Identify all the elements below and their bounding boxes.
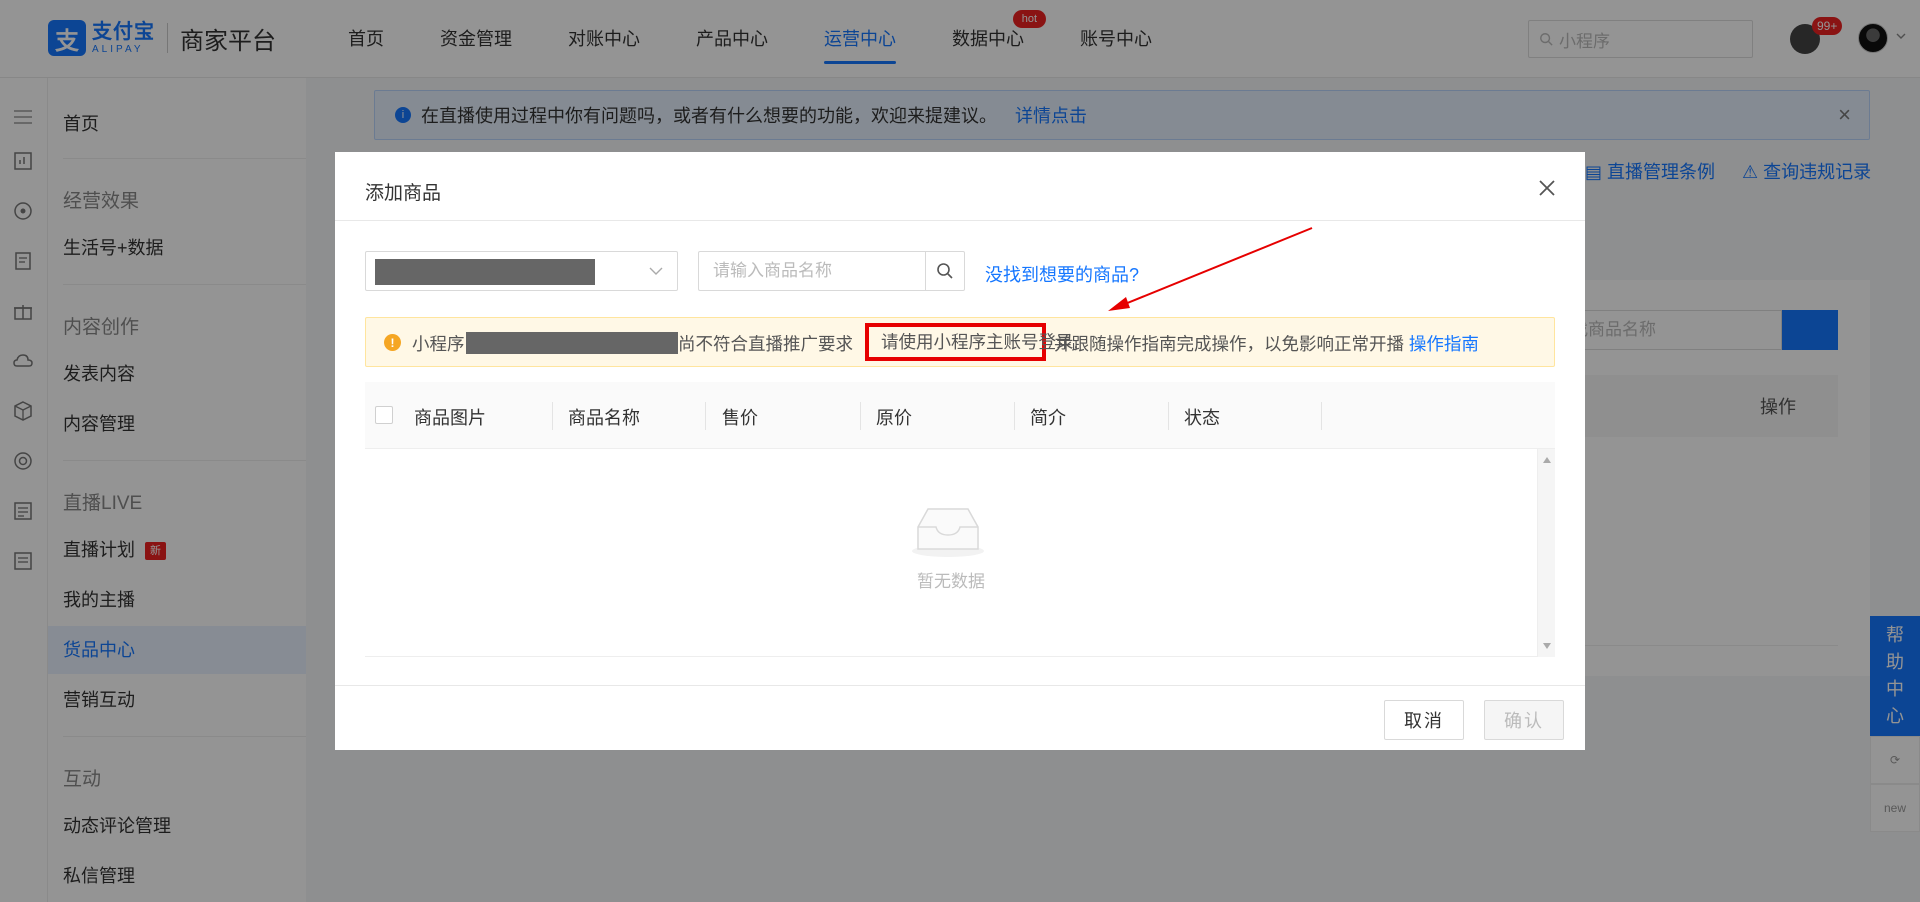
scroll-up-icon[interactable] bbox=[1543, 457, 1551, 463]
column-separator bbox=[705, 402, 706, 430]
column-name: 商品名称 bbox=[568, 408, 640, 428]
confirm-button[interactable]: 确认 bbox=[1484, 700, 1564, 740]
goods-search-button[interactable] bbox=[925, 251, 965, 291]
redacted-value bbox=[375, 259, 595, 285]
column-original-price: 原价 bbox=[876, 408, 912, 428]
cancel-button[interactable]: 取消 bbox=[1384, 700, 1464, 740]
scrollbar[interactable] bbox=[1537, 449, 1555, 657]
redacted-name bbox=[466, 332, 678, 354]
column-price: 售价 bbox=[722, 408, 758, 428]
column-separator bbox=[1168, 402, 1169, 430]
column-separator bbox=[1014, 402, 1015, 430]
scroll-down-icon[interactable] bbox=[1543, 643, 1551, 649]
empty-text: 暂无数据 bbox=[917, 572, 985, 591]
goods-table-body: 暂无数据 bbox=[365, 449, 1555, 657]
modal-title: 添加商品 bbox=[365, 183, 442, 204]
add-goods-modal: 添加商品 请输入商品名称 没找到想要的商品? ! 小程序 尚不符合直播推广要求 … bbox=[335, 152, 1585, 750]
warning-prefix: 小程序 bbox=[412, 334, 465, 354]
highlighted-instruction: 请使用小程序主账号登录, bbox=[865, 323, 1078, 361]
select-all-checkbox[interactable] bbox=[375, 406, 393, 424]
divider bbox=[335, 685, 1585, 686]
empty-inbox-icon bbox=[912, 508, 984, 557]
warning-icon: ! bbox=[384, 334, 401, 351]
chevron-down-icon bbox=[649, 267, 663, 275]
column-separator bbox=[1321, 402, 1322, 430]
search-icon bbox=[937, 263, 953, 279]
column-intro: 简介 bbox=[1030, 408, 1066, 428]
warning-suffix-text: 并跟随操作指南完成操作，以免影响正常开播 bbox=[1054, 334, 1404, 354]
close-icon[interactable] bbox=[1537, 178, 1557, 198]
guide-link[interactable]: 操作指南 bbox=[1409, 334, 1479, 354]
column-separator bbox=[860, 402, 861, 430]
mini-program-select[interactable] bbox=[365, 251, 678, 291]
divider bbox=[335, 220, 1585, 221]
column-separator bbox=[552, 402, 553, 430]
goods-name-input[interactable]: 请输入商品名称 bbox=[698, 251, 925, 291]
not-found-link[interactable]: 没找到想要的商品? bbox=[985, 261, 1139, 287]
warning-mid: 尚不符合直播推广要求 bbox=[678, 334, 853, 354]
goods-table-header: 商品图片 商品名称 售价 原价 简介 状态 bbox=[365, 382, 1555, 449]
column-status: 状态 bbox=[1184, 408, 1220, 428]
page: 支 支付宝 ALIPAY 商家平台 首页 资金管理 对账中心 产品中心 运营中心… bbox=[0, 0, 1920, 902]
warning-suffix: 并跟随操作指南完成操作，以免影响正常开播 操作指南 bbox=[1054, 331, 1479, 356]
column-image: 商品图片 bbox=[414, 408, 486, 428]
warning-alert: ! 小程序 尚不符合直播推广要求 请使用小程序主账号登录, 并跟随操作指南完成操… bbox=[365, 317, 1555, 367]
